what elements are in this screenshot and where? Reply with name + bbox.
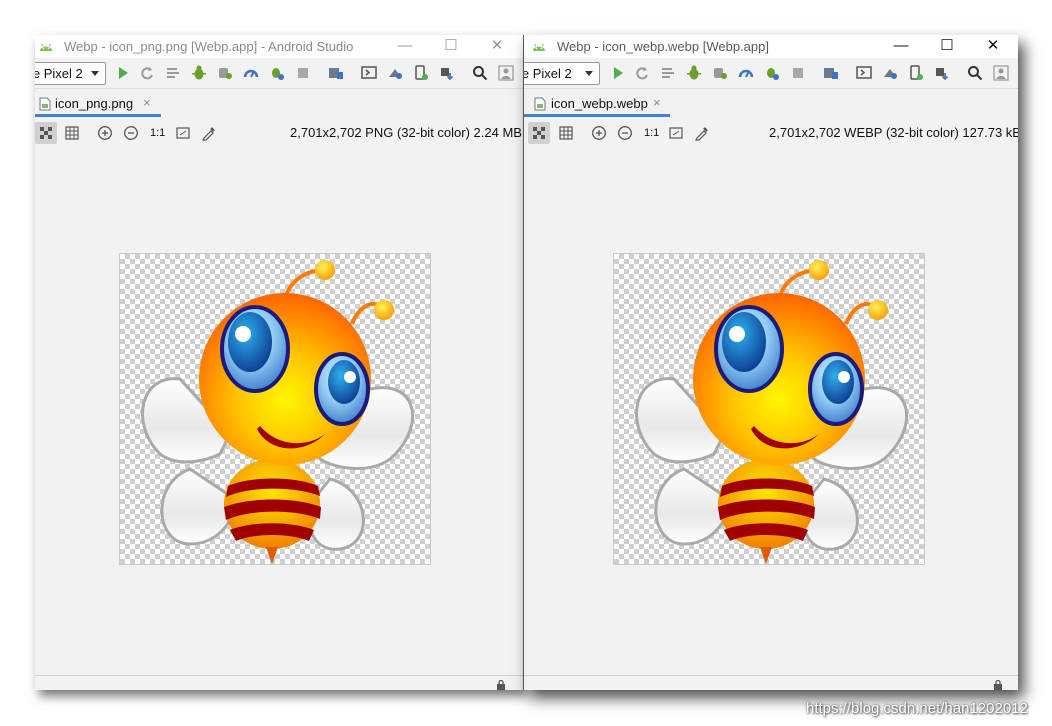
- stop-icon[interactable]: [295, 65, 311, 81]
- image-canvas[interactable]: [524, 146, 1018, 676]
- main-toolbar: le Pixel 2: [524, 58, 1018, 89]
- image-canvas[interactable]: [35, 146, 523, 676]
- image-info: 2,701x2,702 WEBP (32-bit color) 127.73 k…: [769, 125, 1018, 140]
- search-icon[interactable]: [967, 65, 983, 81]
- attach-debugger-icon[interactable]: [712, 65, 728, 81]
- chevron-down-icon: [91, 71, 99, 76]
- maximize-button[interactable]: ☐: [428, 35, 474, 58]
- bee-image: [140, 258, 415, 566]
- project-structure-icon[interactable]: [328, 65, 344, 81]
- avd-manager-icon[interactable]: [361, 65, 377, 81]
- grid-icon[interactable]: [64, 125, 80, 141]
- fit-icon[interactable]: [668, 125, 684, 141]
- tab-icon-webp[interactable]: icon_webp.webp ×: [524, 92, 670, 117]
- lock-icon[interactable]: [993, 680, 1003, 690]
- image-preview: [119, 253, 431, 566]
- sdk-download-icon[interactable]: [934, 65, 950, 81]
- project-structure-icon[interactable]: [823, 65, 839, 81]
- editor-tab-bar: icon_webp.webp ×: [524, 89, 1018, 117]
- sync-icon[interactable]: [764, 65, 780, 81]
- image-editor-toolbar: 1:1 2,701x2,702 PNG (32-bit color) 2.24 …: [35, 118, 523, 146]
- color-picker-icon[interactable]: [201, 125, 217, 141]
- tab-label: icon_webp.webp: [551, 96, 648, 111]
- device-selector-label: le Pixel 2: [523, 66, 572, 81]
- run-icon[interactable]: [610, 65, 626, 81]
- run-icon[interactable]: [115, 65, 131, 81]
- left-editor-window: Webp - icon_png.png [Webp.app] - Android…: [35, 35, 523, 690]
- grid-icon[interactable]: [558, 125, 574, 141]
- minimize-button[interactable]: —: [382, 35, 428, 58]
- sdk-manager-icon[interactable]: [882, 65, 898, 81]
- zoom-in-icon[interactable]: [97, 125, 113, 141]
- debug-icon[interactable]: [191, 65, 207, 81]
- zoom-in-icon[interactable]: [591, 125, 607, 141]
- sync-icon[interactable]: [269, 65, 285, 81]
- chevron-down-icon: [585, 71, 593, 76]
- device-manager-icon[interactable]: [413, 65, 429, 81]
- zoom-out-icon[interactable]: [617, 125, 633, 141]
- apply-changes-icon[interactable]: [634, 65, 650, 81]
- android-icon: [40, 43, 52, 51]
- tab-icon-png[interactable]: icon_png.png ×: [35, 92, 161, 117]
- image-info: 2,701x2,702 PNG (32-bit color) 2.24 MB: [290, 125, 522, 140]
- image-file-icon: [39, 97, 51, 111]
- tab-label: icon_png.png: [55, 96, 134, 111]
- image-file-icon: [534, 97, 546, 111]
- close-tab-icon[interactable]: ×: [653, 95, 661, 110]
- lock-icon[interactable]: [496, 680, 506, 690]
- window-title: Webp - icon_webp.webp [Webp.app]: [557, 39, 769, 54]
- avd-manager-icon[interactable]: [856, 65, 872, 81]
- watermark: https://blog.csdn.net/han1202012: [806, 700, 1028, 717]
- main-toolbar: le Pixel 2: [35, 58, 523, 89]
- zoom-out-icon[interactable]: [123, 125, 139, 141]
- minimize-button[interactable]: —: [878, 35, 924, 58]
- debug-icon[interactable]: [686, 65, 702, 81]
- close-tab-icon[interactable]: ×: [143, 95, 151, 110]
- attach-debugger-icon[interactable]: [217, 65, 233, 81]
- right-editor-window: Webp - icon_webp.webp [Webp.app] — ☐ ✕ l…: [523, 35, 1018, 690]
- status-bar: [524, 675, 1018, 690]
- title-bar: Webp - icon_webp.webp [Webp.app] — ☐ ✕: [524, 35, 1018, 58]
- profile-icon[interactable]: [243, 65, 259, 81]
- actual-size-button[interactable]: 1:1: [150, 127, 165, 139]
- editor-tab-bar: icon_png.png ×: [35, 89, 523, 117]
- device-selector-label: le Pixel 2: [35, 66, 83, 81]
- window-title: Webp - icon_png.png [Webp.app] - Android…: [64, 39, 354, 54]
- device-selector[interactable]: le Pixel 2: [523, 62, 600, 85]
- sdk-download-icon[interactable]: [439, 65, 455, 81]
- image-editor-toolbar: 1:1 2,701x2,702 WEBP (32-bit color) 127.…: [524, 118, 1018, 146]
- fit-icon[interactable]: [175, 125, 191, 141]
- profile-icon[interactable]: [738, 65, 754, 81]
- account-icon[interactable]: [993, 65, 1009, 81]
- logcat-icon[interactable]: [660, 65, 676, 81]
- checker-toggle-icon[interactable]: [528, 122, 550, 144]
- maximize-button[interactable]: ☐: [924, 35, 970, 58]
- logcat-icon[interactable]: [165, 65, 181, 81]
- sdk-manager-icon[interactable]: [387, 65, 403, 81]
- android-icon: [533, 43, 545, 51]
- actual-size-button[interactable]: 1:1: [644, 127, 659, 139]
- search-icon[interactable]: [472, 65, 488, 81]
- device-manager-icon[interactable]: [908, 65, 924, 81]
- title-bar: Webp - icon_png.png [Webp.app] - Android…: [35, 35, 523, 58]
- checker-toggle-icon[interactable]: [35, 122, 57, 144]
- close-button[interactable]: ✕: [970, 35, 1016, 58]
- bee-image: [634, 258, 909, 566]
- status-bar: [35, 675, 523, 690]
- apply-changes-icon[interactable]: [139, 65, 155, 81]
- close-button[interactable]: ✕: [474, 35, 520, 58]
- color-picker-icon[interactable]: [694, 125, 710, 141]
- account-icon[interactable]: [498, 65, 514, 81]
- image-preview: [613, 253, 925, 566]
- device-selector[interactable]: le Pixel 2: [35, 62, 106, 85]
- stop-icon[interactable]: [790, 65, 806, 81]
